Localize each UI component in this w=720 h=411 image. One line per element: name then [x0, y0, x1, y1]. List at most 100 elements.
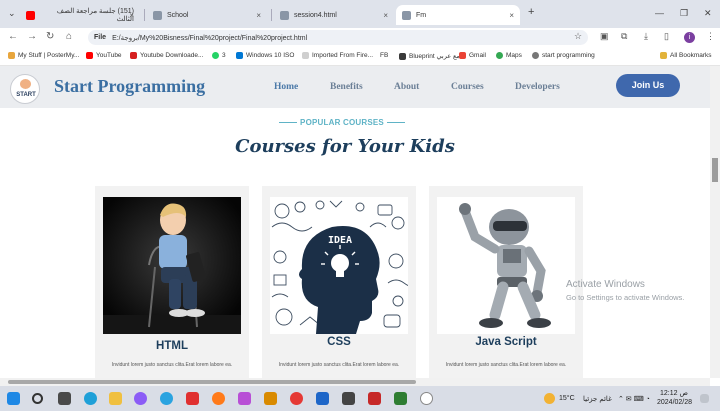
close-icon[interactable]: ×: [509, 11, 514, 20]
course-desc: Invidunt lorem justo sanctus clita.Erat …: [445, 362, 567, 368]
browser-tab-3[interactable]: session4.html ×: [274, 5, 394, 25]
weather-text[interactable]: غائم جزئيا: [583, 395, 612, 403]
course-card-html[interactable]: HTML Invidunt lorem justo sanctus clita.…: [95, 186, 249, 378]
edge-icon[interactable]: [84, 392, 97, 405]
windows-start-icon[interactable]: [7, 392, 20, 405]
minimize-icon[interactable]: —: [655, 8, 664, 18]
menu-icon[interactable]: ⋮: [706, 31, 715, 42]
horizontal-scrollbar[interactable]: [0, 378, 710, 386]
vertical-scroll-thumb[interactable]: [712, 158, 718, 182]
sidebar-icon[interactable]: ▯: [664, 31, 669, 42]
app-icon[interactable]: [394, 392, 407, 405]
logo-face-icon: [20, 79, 31, 89]
bookmark-item[interactable]: Imported From Fire...: [302, 52, 373, 59]
site-logo[interactable]: START: [10, 74, 40, 104]
horizontal-scroll-thumb[interactable]: [8, 380, 416, 384]
extension-icon[interactable]: ▣: [600, 31, 609, 42]
notifications-icon[interactable]: [700, 394, 709, 403]
bookmark-item[interactable]: Blueprint مع عربي: [399, 52, 460, 60]
page-icon: [402, 10, 411, 20]
browser-tab-2[interactable]: School ×: [147, 5, 267, 25]
close-icon[interactable]: ×: [256, 11, 261, 20]
weather-icon[interactable]: [544, 393, 555, 404]
gmail-icon: [459, 52, 466, 59]
maps-icon: [496, 52, 503, 59]
close-icon[interactable]: ×: [129, 11, 134, 20]
nav-about[interactable]: About: [394, 82, 419, 92]
bookmark-item[interactable]: FB: [380, 52, 388, 59]
tab-search-icon[interactable]: ⌄: [8, 8, 16, 19]
chrome-icon[interactable]: [420, 392, 433, 405]
activate-title: Activate Windows: [566, 279, 645, 290]
clock-time[interactable]: ص 12:12: [660, 389, 688, 397]
vscode-icon[interactable]: [316, 392, 329, 405]
close-icon[interactable]: ×: [383, 11, 388, 20]
downloads-icon[interactable]: ⤓: [644, 31, 648, 42]
profile-avatar[interactable]: i: [684, 32, 695, 43]
tab-title: session4.html: [294, 11, 337, 19]
browser-tab-strip: ⌄ (151) جلسة مراجعة الصف الثالث × School…: [0, 0, 720, 28]
course-image-boy: [103, 197, 241, 334]
new-tab-icon[interactable]: +: [528, 6, 534, 18]
page-icon: [280, 10, 289, 20]
site-title[interactable]: Start Programming: [54, 76, 205, 97]
page-viewport: START Start Programming Home Benefits Ab…: [0, 66, 710, 378]
bookmark-icon: [8, 52, 15, 59]
forward-icon[interactable]: →: [27, 31, 37, 42]
app-icon[interactable]: [342, 392, 355, 405]
bookmark-item[interactable]: YouTube: [86, 52, 122, 59]
vertical-scrollbar[interactable]: [710, 66, 720, 378]
task-view-icon[interactable]: [58, 392, 71, 405]
window-close-icon[interactable]: ✕: [704, 8, 712, 19]
bookmark-item[interactable]: Windows 10 ISO: [236, 52, 294, 59]
bookmark-item[interactable]: Maps: [496, 52, 522, 59]
maximize-icon[interactable]: ❐: [680, 8, 688, 19]
telegram-icon[interactable]: [160, 392, 173, 405]
youtube-icon: [86, 52, 93, 59]
tray-icons[interactable]: ⌃ ✉ ⌨ ◔: [618, 395, 650, 403]
course-image-robot: [437, 197, 575, 334]
folder-icon: [302, 52, 309, 59]
nav-courses[interactable]: Courses: [451, 82, 484, 92]
browser-tab-1[interactable]: (151) جلسة مراجعة الصف الثالث ×: [20, 5, 140, 25]
puzzle-icon[interactable]: ⧉: [621, 31, 627, 42]
app-icon[interactable]: [186, 392, 199, 405]
bookmark-item[interactable]: My Stuff | PosterMy...: [8, 52, 79, 59]
back-icon[interactable]: ←: [8, 31, 18, 42]
nav-developers[interactable]: Developers: [515, 82, 560, 92]
star-icon[interactable]: ☆: [574, 31, 582, 42]
tab-title: (151) جلسة مراجعة الصف الثالث: [56, 8, 134, 23]
bookmark-item[interactable]: Youtube Downloade...: [130, 52, 203, 59]
firefox-icon[interactable]: [212, 392, 225, 405]
browser-tab-4-active[interactable]: Fm ×: [396, 5, 520, 25]
page-icon: [153, 10, 162, 20]
course-image-idea: IDEA: [270, 197, 408, 334]
search-icon[interactable]: [32, 393, 43, 404]
nav-benefits[interactable]: Benefits: [330, 82, 363, 92]
bookmark-item[interactable]: 3: [212, 52, 226, 59]
join-us-button[interactable]: Join Us: [616, 74, 680, 97]
messenger-icon[interactable]: [134, 392, 147, 405]
folder-icon: [660, 52, 667, 59]
temperature[interactable]: 15°C: [559, 395, 575, 402]
course-desc: Invidunt lorem justo sanctus clita.Erat …: [278, 362, 400, 368]
clock-date[interactable]: 2024/02/28: [657, 399, 692, 406]
bookmark-item[interactable]: start programming: [532, 52, 595, 59]
course-card-css[interactable]: IDEA CSS Invidunt lorem justo sanctus cl…: [262, 186, 416, 378]
browser-toolbar: ← → ↻ ⌂ File E:/بروجة/My%20Bisness/Final…: [0, 28, 720, 47]
app-icon[interactable]: [368, 392, 381, 405]
reload-icon[interactable]: ↻: [46, 31, 54, 42]
address-bar[interactable]: File E:/بروجة/My%20Bisness/Final%20proje…: [88, 30, 588, 45]
app-icon[interactable]: [264, 392, 277, 405]
file-explorer-icon[interactable]: [109, 392, 122, 405]
app-icon[interactable]: [238, 392, 251, 405]
nav-home[interactable]: Home: [274, 82, 298, 92]
home-icon[interactable]: ⌂: [66, 31, 72, 42]
address-url: E:/بروجة/My%20Bisness/Final%20project/Fi…: [112, 34, 308, 42]
tab-title: Fm: [416, 11, 427, 19]
bookmark-item[interactable]: Gmail: [459, 52, 486, 59]
tab-separator: [271, 9, 272, 21]
course-card-javascript[interactable]: Java Script Invidunt lorem justo sanctus…: [429, 186, 583, 378]
opera-icon[interactable]: [290, 392, 303, 405]
all-bookmarks[interactable]: All Bookmarks: [660, 52, 712, 59]
